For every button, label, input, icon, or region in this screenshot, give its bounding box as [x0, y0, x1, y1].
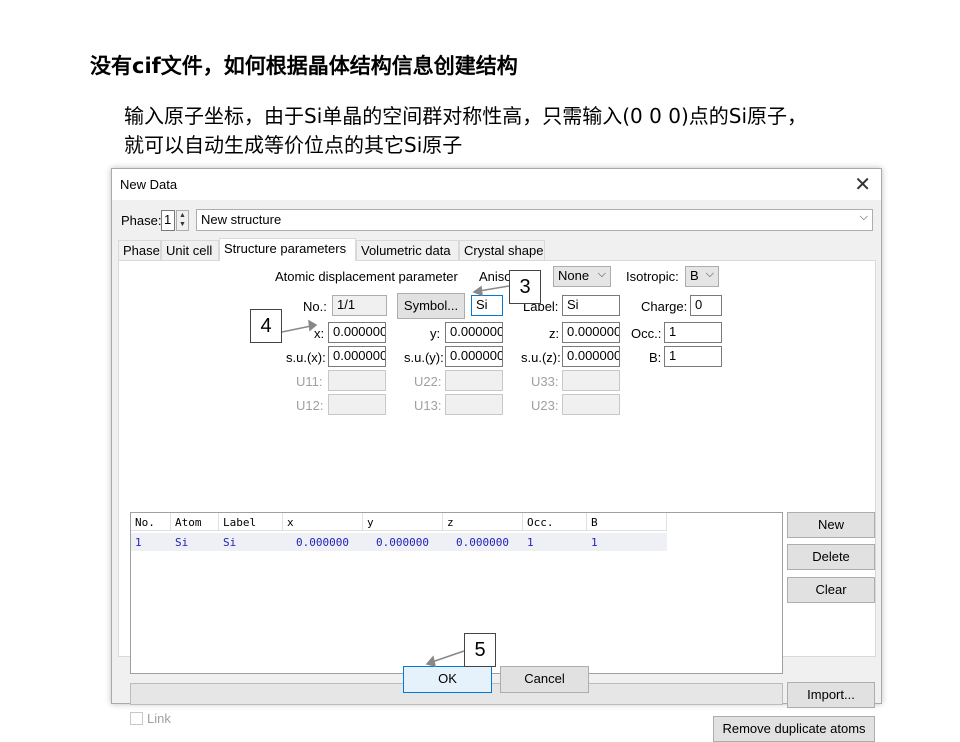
- cell-label: Si: [223, 536, 237, 549]
- clear-button[interactable]: Clear: [787, 577, 875, 603]
- structure-parameters-panel: Atomic displacement parameter Aniso..ic:…: [118, 260, 876, 742]
- cell-no: 1: [135, 536, 142, 549]
- u22-label: U22:: [414, 374, 442, 389]
- cell-atom: Si: [175, 536, 189, 549]
- slide-body-line-2: 就可以自动生成等价位点的其它Si原子: [124, 133, 463, 157]
- delete-button[interactable]: Delete: [787, 544, 875, 570]
- new-data-dialog: New Data ✕ Phase: 1 ▲ ▼ New structure ⌵ …: [111, 168, 882, 742]
- slide-body: 输入原子坐标，由于Si单晶的空间群对称性高，只需输入(0 0 0)点的Si原子，…: [124, 102, 807, 160]
- ok-button[interactable]: OK: [403, 666, 492, 693]
- link-label: Link: [147, 711, 171, 726]
- y-label: y:: [430, 326, 441, 341]
- phase-spinner[interactable]: ▲ ▼: [176, 210, 189, 231]
- u23-field: [562, 394, 620, 415]
- z-label: z:: [549, 326, 560, 341]
- table-row[interactable]: 1 Si Si 0.000000 0.000000 0.000000 1 1: [131, 533, 667, 551]
- aniso-combo[interactable]: None ⌵: [553, 266, 611, 287]
- spin-up-icon[interactable]: ▲: [177, 211, 188, 220]
- tab-unit-cell[interactable]: Unit cell: [161, 240, 219, 261]
- charge-label: Charge:: [641, 299, 688, 314]
- u12-field: [328, 394, 386, 415]
- column-header-b[interactable]: B: [587, 513, 667, 531]
- chevron-down-icon: ⌵: [859, 211, 868, 223]
- column-header-y[interactable]: y: [363, 513, 443, 531]
- phase-label: Phase:: [121, 213, 162, 228]
- u22-field: [445, 370, 503, 391]
- cell-b: 1: [591, 536, 598, 549]
- slide-title: 没有cif文件，如何根据晶体结构信息创建结构: [90, 54, 518, 78]
- suz-field[interactable]: 0.000000: [562, 346, 620, 367]
- aniso-value: None: [558, 268, 590, 283]
- column-header-z[interactable]: z: [443, 513, 523, 531]
- u13-label: U13:: [414, 398, 442, 413]
- suy-field[interactable]: 0.000000: [445, 346, 503, 367]
- u11-field: [328, 370, 386, 391]
- suy-label: s.u.(y):: [404, 350, 444, 365]
- new-button[interactable]: New: [787, 512, 875, 538]
- tab-structure-parameters[interactable]: Structure parameters: [219, 238, 356, 261]
- cell-y: 0.000000: [376, 536, 429, 549]
- b-label: B:: [649, 350, 662, 365]
- column-header-x[interactable]: x: [283, 513, 363, 531]
- symbol-field[interactable]: Si: [471, 295, 503, 316]
- sux-label: s.u.(x):: [286, 350, 326, 365]
- isotropic-combo[interactable]: B ⌵: [685, 266, 719, 287]
- b-field[interactable]: 1: [664, 346, 722, 367]
- column-header-atom[interactable]: Atom: [171, 513, 219, 531]
- dialog-titlebar: New Data ✕: [112, 169, 881, 200]
- no-label: No.:: [303, 299, 327, 314]
- slide-body-line-1: 输入原子坐标，由于Si单晶的空间群对称性高，只需输入(0 0 0)点的Si原子，: [124, 104, 807, 128]
- charge-field[interactable]: 0: [690, 295, 722, 316]
- occ-label: Occ.:: [631, 326, 662, 341]
- atom-table[interactable]: No. Atom Label x y z Occ. B 1 Si Si 0.00…: [130, 512, 783, 674]
- import-button[interactable]: Import...: [787, 682, 875, 708]
- column-header-occ[interactable]: Occ.: [523, 513, 587, 531]
- occ-field[interactable]: 1: [664, 322, 722, 343]
- cancel-button[interactable]: Cancel: [500, 666, 589, 693]
- phase-name-combo[interactable]: New structure ⌵: [196, 209, 873, 231]
- no-field: 1/1: [332, 295, 387, 316]
- sux-field[interactable]: 0.000000: [328, 346, 386, 367]
- link-checkbox[interactable]: [130, 712, 143, 725]
- tab-crystal-shape[interactable]: Crystal shape: [459, 240, 545, 261]
- cell-z: 0.000000: [456, 536, 509, 549]
- spin-down-icon[interactable]: ▼: [177, 220, 188, 229]
- close-icon[interactable]: ✕: [854, 172, 871, 197]
- x-label: x:: [314, 326, 325, 341]
- column-header-label[interactable]: Label: [219, 513, 283, 531]
- u12-label: U12:: [296, 398, 324, 413]
- u11-label: U11:: [296, 374, 323, 389]
- adp-label: Atomic displacement parameter: [275, 269, 458, 284]
- u33-label: U33:: [531, 374, 559, 389]
- chevron-down-icon: ⌵: [597, 268, 606, 280]
- tab-volumetric-data[interactable]: Volumetric data: [356, 240, 459, 261]
- callout-4: 4: [250, 309, 282, 343]
- dialog-title: New Data: [120, 177, 178, 192]
- column-header-no[interactable]: No.: [131, 513, 171, 531]
- phase-name-value: New structure: [201, 212, 282, 227]
- u33-field: [562, 370, 620, 391]
- y-field[interactable]: 0.000000: [445, 322, 503, 343]
- z-field[interactable]: 0.000000: [562, 322, 620, 343]
- cell-x: 0.000000: [296, 536, 349, 549]
- symbol-button[interactable]: Symbol...: [397, 293, 465, 319]
- tab-phase[interactable]: Phase: [118, 240, 161, 261]
- suz-label: s.u.(z):: [521, 350, 561, 365]
- callout-5: 5: [464, 633, 496, 667]
- callout-3: 3: [509, 270, 541, 304]
- cell-occ: 1: [527, 536, 534, 549]
- isotropic-value: B: [690, 268, 699, 283]
- label-field[interactable]: Si: [562, 295, 620, 316]
- chevron-down-icon: ⌵: [705, 268, 714, 280]
- u13-field: [445, 394, 503, 415]
- phase-number-field[interactable]: 1: [161, 210, 175, 231]
- u23-label: U23:: [531, 398, 559, 413]
- x-field[interactable]: 0.000000: [328, 322, 386, 343]
- isotropic-label: Isotropic:: [626, 269, 679, 284]
